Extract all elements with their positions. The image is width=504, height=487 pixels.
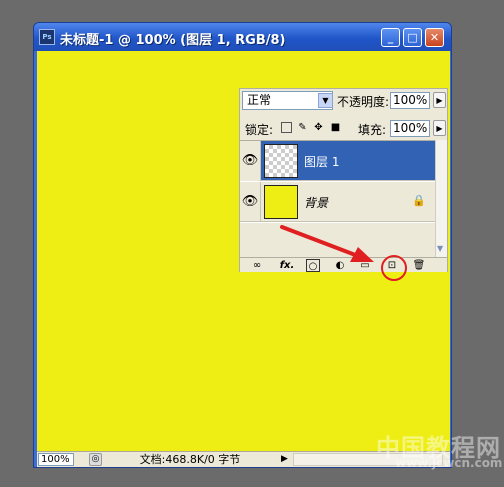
annotation-arrow-line [280,225,360,258]
annotation-highlight-circle [381,255,407,281]
watermark-url: www.jcwcn.com [395,456,503,470]
tutorial-annotation [280,225,407,281]
